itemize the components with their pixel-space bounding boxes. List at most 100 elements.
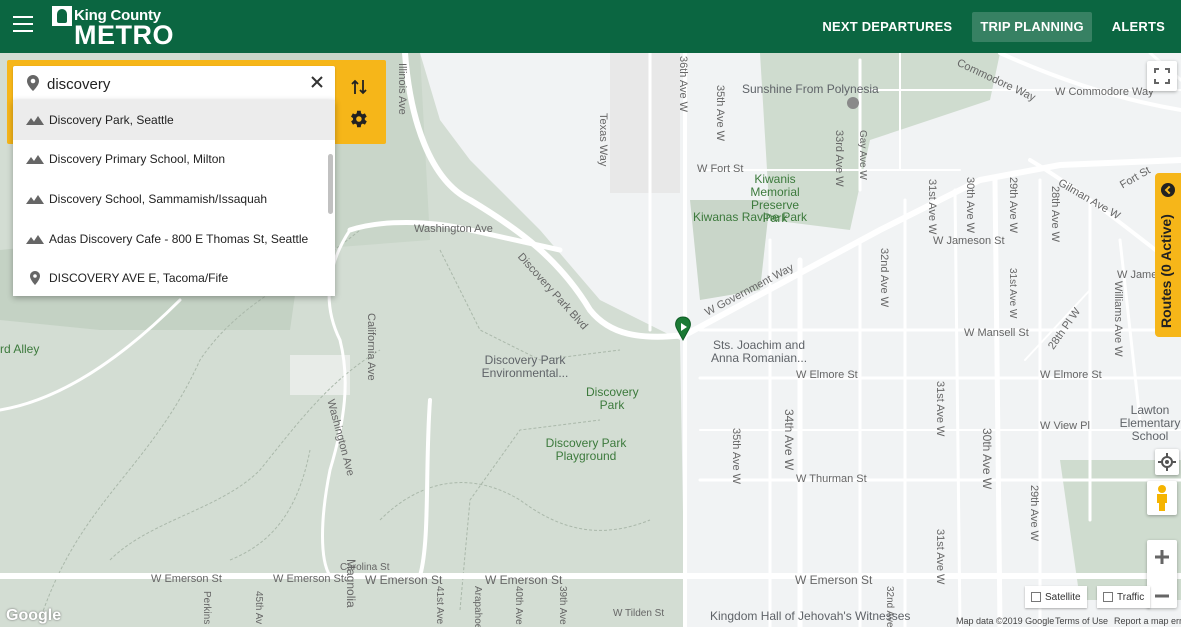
gear-icon[interactable] xyxy=(347,108,369,130)
street-label: Perkins Ln xyxy=(201,591,212,627)
poi-label[interactable]: Discovery Park Environmental... xyxy=(480,354,570,380)
street-label: Washington Ave xyxy=(414,223,493,235)
landmark-icon xyxy=(26,115,44,125)
poi-label[interactable]: Discovery Park Playground xyxy=(536,437,636,463)
poi-label[interactable]: Lawton Elementary School xyxy=(1110,404,1181,443)
king-county-badge-icon xyxy=(52,6,72,26)
street-label: 34th Ave W xyxy=(782,409,796,471)
street-label: W Fort St xyxy=(697,163,744,175)
street-label: 31st Ave W xyxy=(934,529,946,585)
suggestion-label: Discovery Park, Seattle xyxy=(49,112,174,127)
street-label: W Thurman St xyxy=(796,473,867,485)
routes-tab[interactable]: Routes (0 Active) xyxy=(1155,173,1181,337)
street-label: Illinois Ave xyxy=(396,63,408,115)
street-label: California Ave xyxy=(365,313,377,381)
suggestion-item[interactable]: DISCOVERY AVE E, Tacoma/Fife xyxy=(13,258,335,296)
poi-label[interactable]: Sunshine From Polynesia xyxy=(742,83,879,96)
logo-text-bottom: METRO xyxy=(74,20,174,50)
suggestion-label: Adas Discovery Cafe - 800 E Thomas St, S… xyxy=(49,231,309,246)
report-error-link[interactable]: Report a map error xyxy=(1114,616,1181,626)
king-county-metro-logo[interactable]: King County METRO xyxy=(52,6,174,50)
suggestion-item[interactable]: Adas Discovery Cafe - 800 E Thomas St, S… xyxy=(13,219,335,259)
street-label: W Emerson St xyxy=(273,573,344,585)
search-suggestions: Discovery Park, Seattle Discovery Primar… xyxy=(13,100,335,296)
street-label: 31st Ave W xyxy=(926,179,938,235)
street-label: W Elmore St xyxy=(796,369,858,381)
location-pin-icon xyxy=(30,271,40,286)
street-view-button[interactable] xyxy=(1147,481,1177,515)
street-label: W View Pl xyxy=(1040,420,1090,432)
swap-direction-icon[interactable] xyxy=(348,76,370,98)
satellite-toggle[interactable]: Satellite xyxy=(1025,586,1087,608)
checkbox[interactable] xyxy=(1103,592,1113,602)
landmark-icon xyxy=(26,234,44,244)
poi-label[interactable]: Kingdom Hall of Jehovah's Witnesses xyxy=(710,610,910,623)
street-label: W Commodore Way xyxy=(1055,86,1154,98)
terms-link[interactable]: Terms of Use xyxy=(1055,616,1108,626)
poi-label[interactable]: rd Alley xyxy=(0,343,39,356)
street-label: 28th Ave W xyxy=(1049,186,1061,243)
landmark-icon xyxy=(26,155,44,165)
street-label: 30th Ave W xyxy=(980,428,994,490)
app-header: King County METRO NEXT DEPARTURES TRIP P… xyxy=(0,0,1181,53)
zoom-in-icon[interactable] xyxy=(1147,540,1177,574)
street-label: W Elmore St xyxy=(1040,369,1102,381)
suggestion-label: DISCOVERY AVE E, Tacoma/Fife xyxy=(49,271,229,286)
street-label: Gay Ave W xyxy=(857,130,868,180)
traffic-toggle[interactable]: Traffic xyxy=(1097,586,1151,608)
street-label: 36th Ave W xyxy=(677,56,689,113)
street-label: 33rd Ave W xyxy=(833,130,845,187)
landmark-icon xyxy=(26,194,44,204)
hamburger-menu-icon[interactable] xyxy=(13,16,33,34)
zoom-out-icon[interactable] xyxy=(1147,579,1177,613)
poi-label[interactable]: Sts. Joachim and Anna Romanian... xyxy=(704,339,814,365)
fullscreen-button[interactable] xyxy=(1147,61,1177,91)
street-label: 32nd Ave W xyxy=(878,248,890,308)
street-label: 45th Av xyxy=(253,591,264,625)
nav-next-departures[interactable]: NEXT DEPARTURES xyxy=(814,12,960,42)
map-attribution: Map data ©2019 Google xyxy=(956,616,1055,626)
main-nav: NEXT DEPARTURES TRIP PLANNING ALERTS xyxy=(802,12,1173,42)
my-location-button[interactable] xyxy=(1155,449,1179,475)
close-icon[interactable] xyxy=(308,73,326,91)
street-label: Williams Ave W xyxy=(1112,281,1124,357)
routes-tab-label: Routes (0 Active) xyxy=(1158,214,1174,328)
street-label: 30th Ave W xyxy=(964,177,976,234)
street-label: 35th Ave W xyxy=(730,428,742,485)
street-label: 39th Ave W xyxy=(557,586,568,627)
chevron-left-icon xyxy=(1161,183,1175,197)
satellite-label: Satellite xyxy=(1045,591,1081,603)
zoom-controls xyxy=(1147,540,1177,608)
checkbox[interactable] xyxy=(1031,592,1041,602)
poi-label[interactable]: Discovery Park xyxy=(586,386,639,412)
nav-trip-planning[interactable]: TRIP PLANNING xyxy=(972,12,1092,42)
google-logo[interactable]: Google xyxy=(6,607,61,625)
street-label: 29th Ave W xyxy=(1007,177,1019,234)
location-pin-icon xyxy=(27,75,39,91)
origin-search-box xyxy=(13,66,335,100)
street-label: Magnolia xyxy=(344,559,358,608)
street-label: W Mansell St xyxy=(964,327,1029,339)
suggestion-item[interactable]: Discovery Primary School, Milton xyxy=(13,140,335,180)
poi-pin-icon[interactable] xyxy=(847,97,859,109)
street-label: 29th Ave W xyxy=(1028,485,1040,542)
scrollbar[interactable] xyxy=(328,154,333,214)
street-label: W Emerson St xyxy=(151,573,222,585)
street-label: 31st Ave W xyxy=(934,381,946,437)
suggestion-item[interactable]: Discovery School, Sammamish/Issaquah xyxy=(13,179,335,219)
poi-label[interactable]: Kiwanas Ravine Park xyxy=(693,211,807,224)
pegman-icon xyxy=(1157,485,1167,511)
street-label: 35th Ave W xyxy=(714,85,726,142)
street-label: Arapahoe Pl W xyxy=(472,586,483,627)
street-label: W Emerson St xyxy=(795,573,873,587)
street-label: W Jameson St xyxy=(933,235,1005,247)
search-input[interactable] xyxy=(45,72,289,96)
my-location-icon xyxy=(1158,453,1176,471)
suggestion-item[interactable]: Discovery Park, Seattle xyxy=(13,100,335,140)
street-label: 40th Ave W xyxy=(513,586,524,627)
fullscreen-icon xyxy=(1154,68,1170,84)
suggestion-label: Discovery School, Sammamish/Issaquah xyxy=(49,191,268,206)
street-label: 31st Ave W xyxy=(1007,268,1018,319)
street-label: Texas Way xyxy=(597,113,609,167)
nav-alerts[interactable]: ALERTS xyxy=(1104,12,1173,42)
